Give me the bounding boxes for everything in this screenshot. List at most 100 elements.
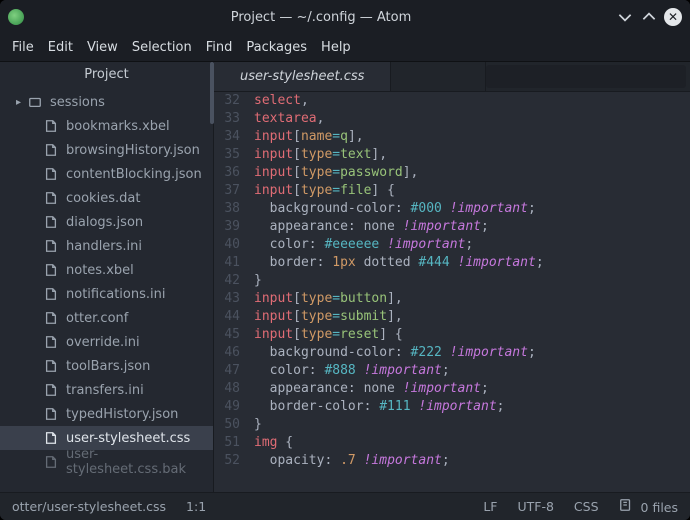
- file-icon: [44, 335, 58, 349]
- tree-file[interactable]: otter.conf: [0, 306, 213, 330]
- menu-file[interactable]: File: [12, 40, 34, 55]
- tree-item-label: typedHistory.json: [66, 407, 178, 422]
- line-number[interactable]: 32: [214, 92, 240, 110]
- status-eol[interactable]: LF: [483, 499, 497, 514]
- code-line[interactable]: }: [254, 416, 690, 434]
- code-line[interactable]: input[type=button],: [254, 290, 690, 308]
- code-line[interactable]: select,: [254, 92, 690, 110]
- code-line[interactable]: input[type=submit],: [254, 308, 690, 326]
- editor-pane: user-stylesheet.css 32333435363738394041…: [214, 62, 690, 492]
- sidebar-scrollbar[interactable]: [210, 62, 214, 124]
- close-button[interactable]: ✕: [664, 8, 682, 26]
- code-area[interactable]: 3233343536373839404142434445464748495051…: [214, 92, 690, 492]
- tree-file[interactable]: toolBars.json: [0, 354, 213, 378]
- line-number[interactable]: 51: [214, 434, 240, 452]
- status-cursor[interactable]: 1:1: [186, 499, 206, 514]
- code-line[interactable]: }: [254, 272, 690, 290]
- line-number[interactable]: 43: [214, 290, 240, 308]
- line-number[interactable]: 42: [214, 272, 240, 290]
- file-icon: [44, 455, 58, 469]
- line-number[interactable]: 39: [214, 218, 240, 236]
- status-encoding[interactable]: UTF-8: [517, 499, 553, 514]
- minimize-button[interactable]: [616, 8, 634, 26]
- menu-find[interactable]: Find: [206, 40, 233, 55]
- code-line[interactable]: img {: [254, 434, 690, 452]
- tree-file[interactable]: transfers.ini: [0, 378, 213, 402]
- line-number[interactable]: 48: [214, 380, 240, 398]
- tree-file[interactable]: user-stylesheet.css.bak: [0, 450, 213, 474]
- line-number[interactable]: 36: [214, 164, 240, 182]
- tree-item-label: notifications.ini: [66, 287, 165, 302]
- code-line[interactable]: border: 1px dotted #444 !important;: [254, 254, 690, 272]
- menu-packages[interactable]: Packages: [246, 40, 307, 55]
- tree-file[interactable]: dialogs.json: [0, 210, 213, 234]
- tree-item-label: cookies.dat: [66, 191, 140, 206]
- tree-item-label: browsingHistory.json: [66, 143, 200, 158]
- line-number[interactable]: 34: [214, 128, 240, 146]
- line-number[interactable]: 50: [214, 416, 240, 434]
- code-line[interactable]: appearance: none !important;: [254, 380, 690, 398]
- line-number[interactable]: 38: [214, 200, 240, 218]
- tab-active[interactable]: user-stylesheet.css: [214, 62, 391, 91]
- menu-selection[interactable]: Selection: [132, 40, 192, 55]
- tree-item-label: bookmarks.xbel: [66, 119, 170, 134]
- code-line[interactable]: textarea,: [254, 110, 690, 128]
- line-number[interactable]: 44: [214, 308, 240, 326]
- code-line[interactable]: input[type=password],: [254, 164, 690, 182]
- menu-edit[interactable]: Edit: [48, 40, 73, 55]
- line-number[interactable]: 49: [214, 398, 240, 416]
- tree-item-label: user-stylesheet.css.bak: [66, 447, 213, 477]
- line-number[interactable]: 52: [214, 452, 240, 470]
- code-line[interactable]: background-color: #222 !important;: [254, 344, 690, 362]
- line-number[interactable]: 35: [214, 146, 240, 164]
- code-line[interactable]: appearance: none !important;: [254, 218, 690, 236]
- status-path[interactable]: otter/user-stylesheet.css: [12, 499, 166, 514]
- tree-file[interactable]: bookmarks.xbel: [0, 114, 213, 138]
- line-number[interactable]: 37: [214, 182, 240, 200]
- tree-item-label: override.ini: [66, 335, 140, 350]
- sidebar-title: Project: [0, 62, 213, 88]
- menubar: File Edit View Selection Find Packages H…: [0, 34, 690, 62]
- code-line[interactable]: input[name=q],: [254, 128, 690, 146]
- code-line[interactable]: border-color: #111 !important;: [254, 398, 690, 416]
- tree-item-label: transfers.ini: [66, 383, 144, 398]
- code-line[interactable]: input[type=text],: [254, 146, 690, 164]
- maximize-button[interactable]: [640, 8, 658, 26]
- menu-view[interactable]: View: [87, 40, 118, 55]
- search-slot[interactable]: [486, 65, 686, 88]
- code-text[interactable]: select,textarea,input[name=q],input[type…: [246, 92, 690, 492]
- tree-file[interactable]: override.ini: [0, 330, 213, 354]
- status-git[interactable]: 0 files: [619, 498, 678, 515]
- code-line[interactable]: input[type=reset] {: [254, 326, 690, 344]
- file-icon: [44, 143, 58, 157]
- chevron-right-icon[interactable]: ▸: [16, 97, 21, 108]
- line-number[interactable]: 33: [214, 110, 240, 128]
- file-icon: [44, 287, 58, 301]
- file-icon: [44, 383, 58, 397]
- tree-item-label: user-stylesheet.css: [66, 431, 190, 446]
- code-line[interactable]: color: #888 !important;: [254, 362, 690, 380]
- tree-file[interactable]: handlers.ini: [0, 234, 213, 258]
- status-lang[interactable]: CSS: [574, 499, 599, 514]
- window-title: Project — ~/.config — Atom: [32, 10, 610, 25]
- line-number[interactable]: 46: [214, 344, 240, 362]
- line-number[interactable]: 41: [214, 254, 240, 272]
- file-tree: ▸sessions bookmarks.xbel browsingHistory.j…: [0, 88, 213, 492]
- tree-item-label: dialogs.json: [66, 215, 143, 230]
- tree-file[interactable]: browsingHistory.json: [0, 138, 213, 162]
- tree-file[interactable]: notes.xbel: [0, 258, 213, 282]
- tree-folder[interactable]: ▸sessions: [0, 90, 213, 114]
- code-line[interactable]: color: #eeeeee !important;: [254, 236, 690, 254]
- code-line[interactable]: input[type=file] {: [254, 182, 690, 200]
- line-number[interactable]: 40: [214, 236, 240, 254]
- tree-file[interactable]: contentBlocking.json: [0, 162, 213, 186]
- file-icon: [44, 191, 58, 205]
- code-line[interactable]: opacity: .7 !important;: [254, 452, 690, 470]
- tree-file[interactable]: notifications.ini: [0, 282, 213, 306]
- tree-file[interactable]: typedHistory.json: [0, 402, 213, 426]
- code-line[interactable]: background-color: #000 !important;: [254, 200, 690, 218]
- line-number[interactable]: 45: [214, 326, 240, 344]
- line-number[interactable]: 47: [214, 362, 240, 380]
- menu-help[interactable]: Help: [321, 40, 351, 55]
- tree-file[interactable]: cookies.dat: [0, 186, 213, 210]
